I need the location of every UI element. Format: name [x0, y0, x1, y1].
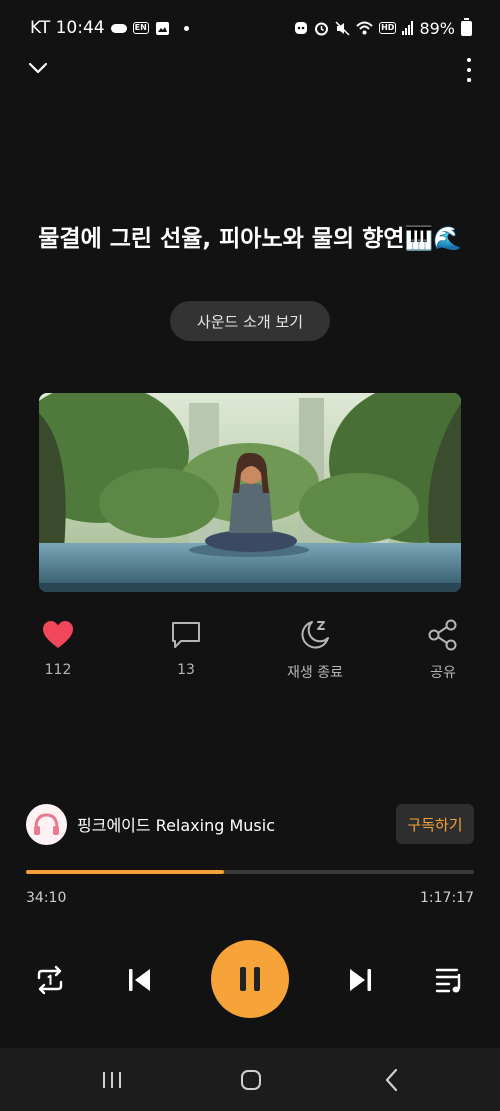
signal-icon [402, 21, 414, 35]
share-button[interactable]: 공유 [393, 618, 493, 682]
home-button[interactable] [221, 1048, 281, 1111]
track-title: 물결에 그린 선율, 피아노와 물의 향연🎹🌊 [38, 226, 462, 252]
comment-count: 13 [177, 662, 195, 678]
battery-icon [461, 17, 472, 36]
repeat-button[interactable] [28, 958, 72, 1002]
pause-button[interactable] [211, 940, 289, 1018]
moon-icon [301, 621, 329, 649]
repeat-one-icon [37, 965, 63, 995]
status-bar: KT 10:44 EN HD 89% [0, 0, 500, 56]
pause-icon [240, 967, 260, 991]
subscribe-button[interactable]: 구독하기 [396, 804, 474, 844]
comment-button[interactable]: 13 [136, 618, 236, 678]
skip-previous-icon [129, 969, 150, 991]
like-button[interactable]: 112 [8, 618, 108, 678]
dot-icon [183, 25, 189, 31]
previous-button[interactable] [118, 958, 162, 1002]
back-icon [385, 1068, 398, 1091]
share-label: 공유 [430, 665, 456, 681]
image-icon [155, 21, 169, 35]
sound-intro-button[interactable]: 사운드 소개 보기 [170, 301, 330, 341]
skip-next-icon [350, 969, 371, 991]
wifi-icon [356, 21, 373, 35]
progress-bar[interactable] [26, 870, 474, 874]
action-row: 112 13 재생 종료 공유 [0, 618, 500, 682]
alarm-icon [315, 22, 329, 35]
progress-fill [26, 870, 225, 874]
sleep-timer-label: 재생 종료 [287, 665, 343, 681]
heart-icon [43, 621, 73, 648]
chevron-down-icon[interactable] [26, 56, 50, 80]
playback-controls [0, 940, 500, 1020]
channel-avatar[interactable] [26, 803, 67, 845]
playlist-button[interactable] [428, 958, 472, 1002]
channel-name[interactable]: 핑크에이드 Relaxing Music [77, 812, 275, 836]
total-time: 1:17:17 [420, 890, 474, 906]
system-nav-bar [0, 1048, 500, 1111]
hd-icon: HD [379, 22, 397, 34]
comment-icon [172, 622, 200, 648]
channel-row: 핑크에이드 Relaxing Music 구독하기 [26, 803, 474, 845]
recent-apps-button[interactable] [82, 1048, 142, 1111]
like-count: 112 [44, 662, 72, 678]
bixby-icon [295, 22, 308, 34]
more-vertical-icon[interactable] [464, 58, 474, 82]
top-bar [0, 56, 500, 84]
mute-icon [335, 20, 350, 36]
home-icon [241, 1069, 261, 1090]
playlist-icon [435, 968, 461, 993]
next-button[interactable] [338, 958, 382, 1002]
sleep-timer-button[interactable]: 재생 종료 [265, 618, 365, 682]
track-artwork [39, 393, 461, 592]
cloud-icon [110, 23, 127, 33]
back-button[interactable] [362, 1048, 422, 1111]
carrier-time: KT 10:44 [30, 18, 105, 38]
share-icon [428, 619, 457, 651]
battery-percent: 89% [419, 18, 455, 38]
recent-apps-icon [103, 1071, 121, 1088]
en-badge-icon: EN [132, 22, 149, 34]
elapsed-time: 34:10 [26, 890, 67, 906]
